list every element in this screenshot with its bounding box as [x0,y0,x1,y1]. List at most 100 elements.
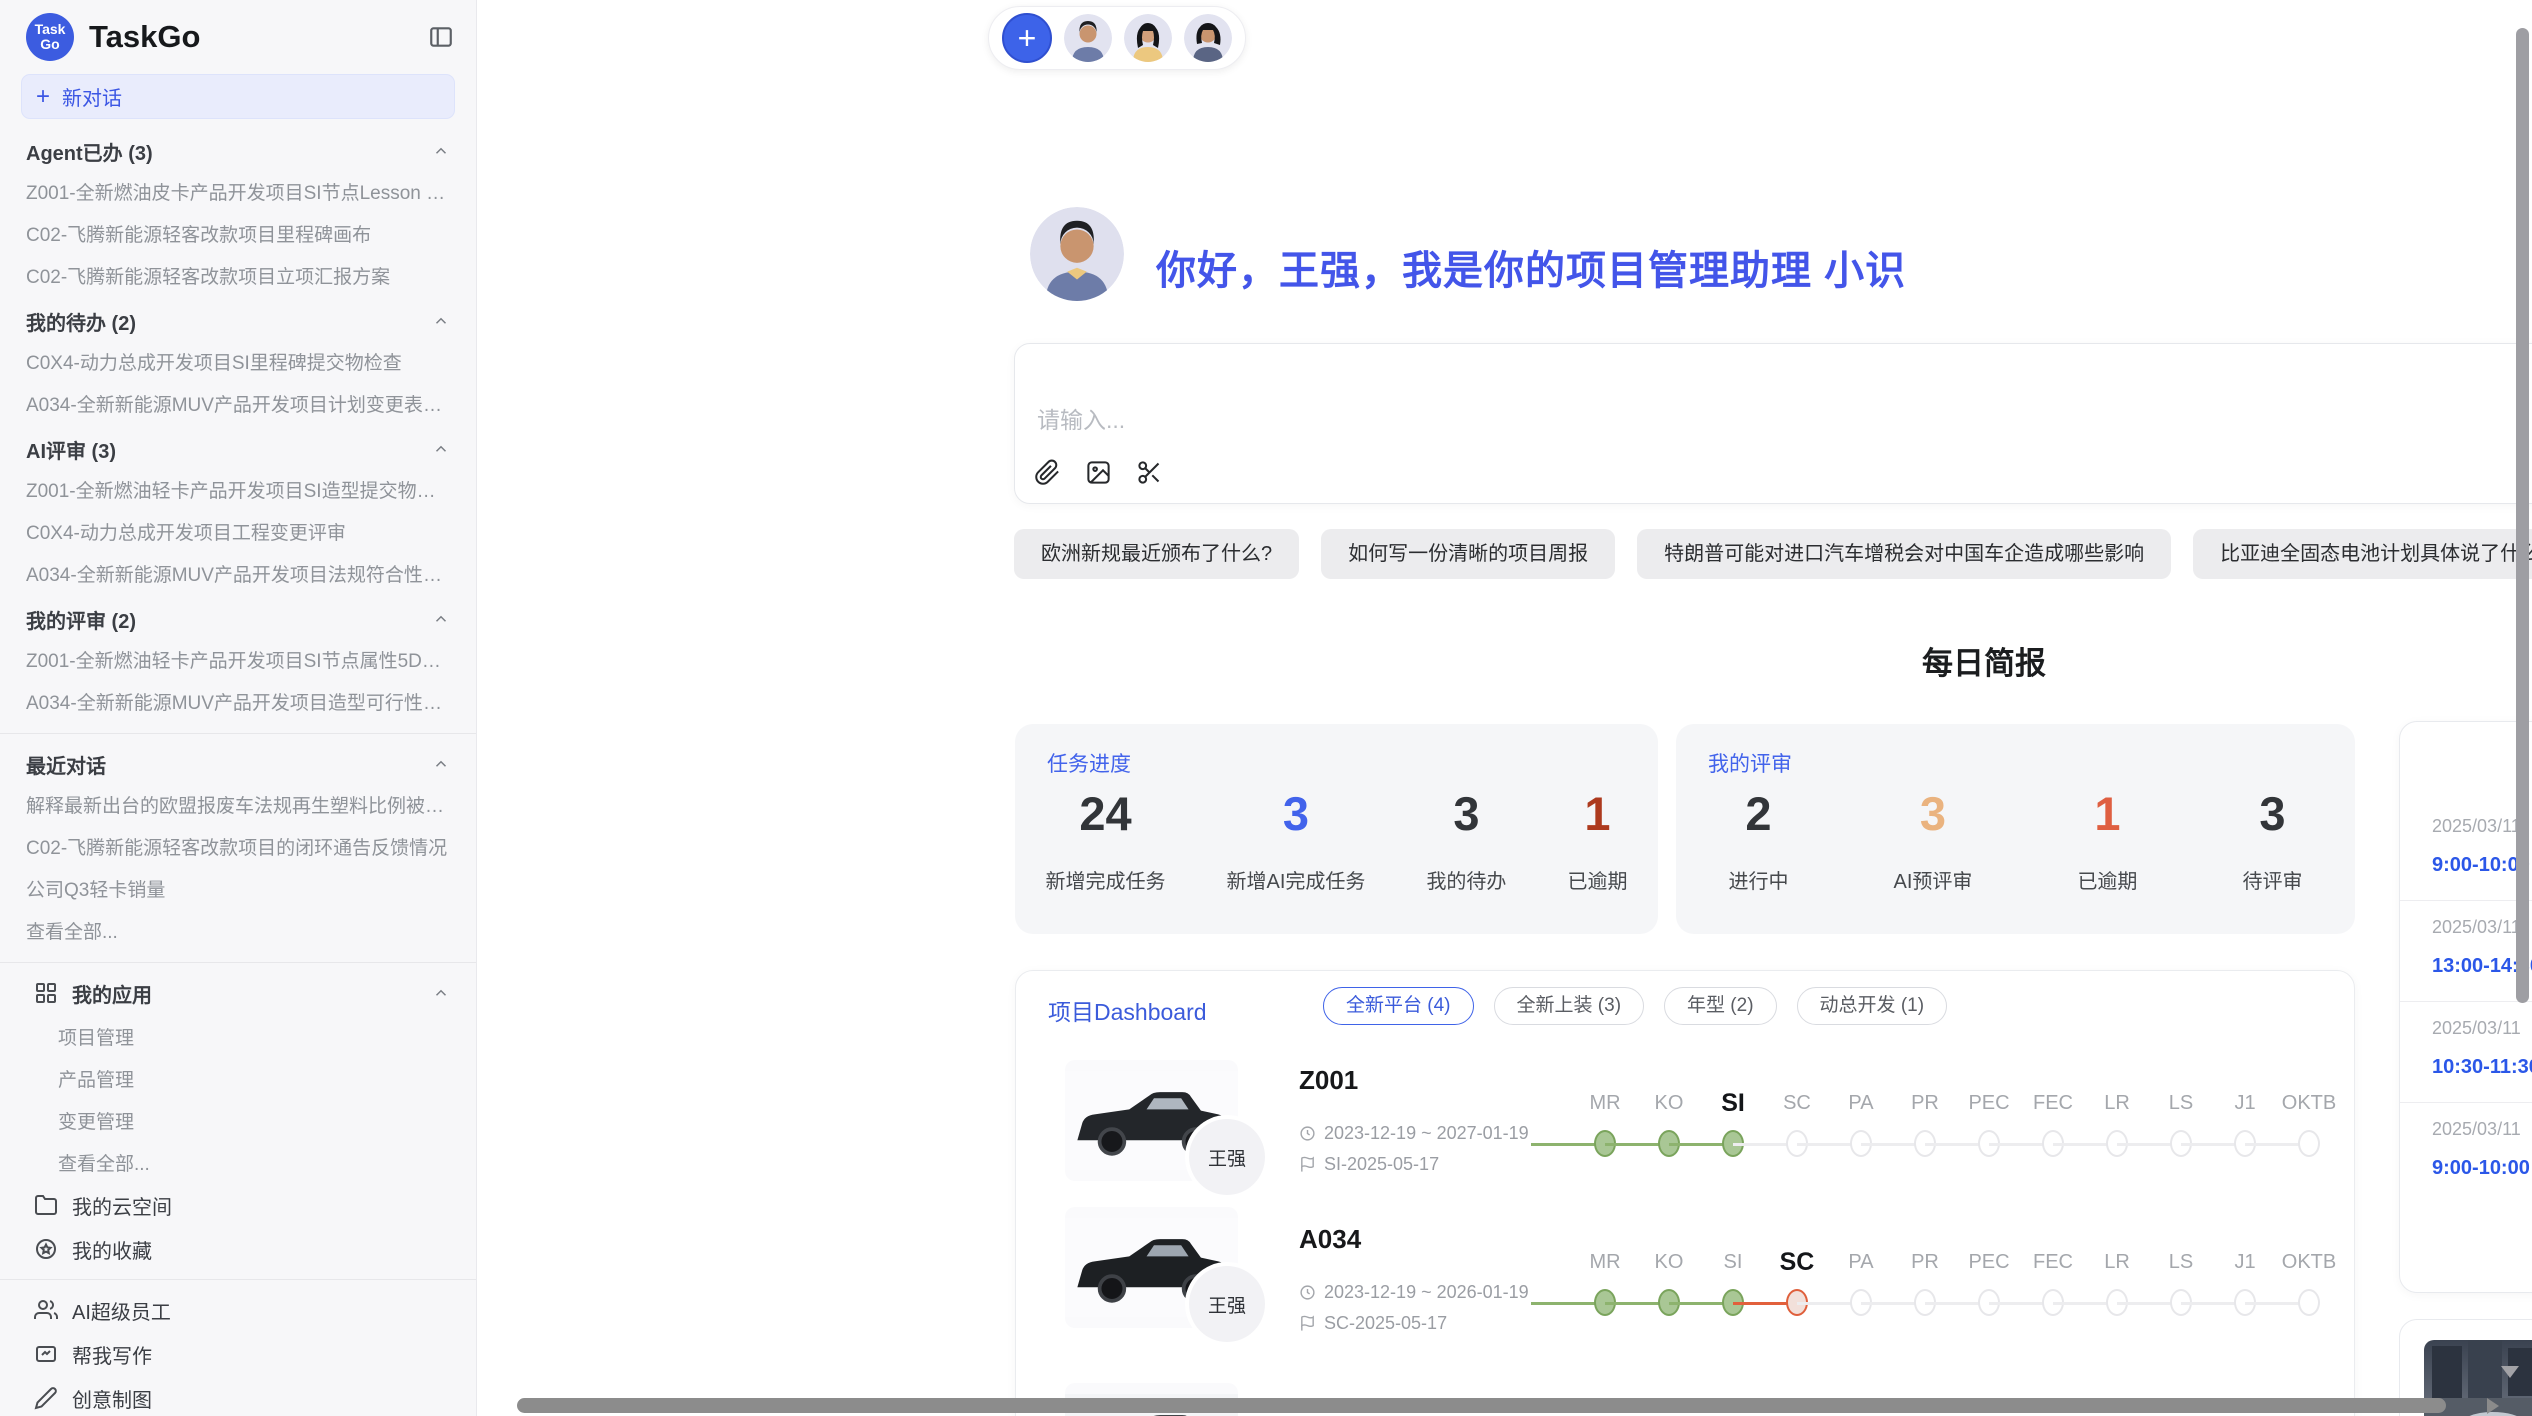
view-all-schedule-link[interactable]: 查看所有日程 [2400,1217,2532,1247]
filter-chip[interactable]: 全新平台 (4) [1323,987,1474,1025]
new-chat-button[interactable]: + 新对话 [21,74,455,119]
recent-chat-item[interactable]: 公司Q3轻卡销量 [0,870,476,912]
recent-view-all[interactable]: 查看全部... [0,912,476,954]
project-flag-milestone: SC-2025-05-17 [1299,1313,1447,1334]
milestone-label: KO [1637,1090,1701,1116]
section-my-todo[interactable]: 我的待办 (2) [0,299,476,343]
my-todo-items: C0X4-动力总成开发项目SI里程碑提交物检查A034-全新新能源MUV产品开发… [0,343,476,427]
milestone-step: J1 [2213,1090,2277,1158]
sidebar-task-item[interactable]: C02-飞腾新能源轻客改款项目里程碑画布 [0,215,476,257]
milestone-label: OKTB [2277,1090,2341,1116]
recent-chat-item[interactable]: 解释最新出台的欧盟报废车法规再生塑料比例被调至15%... [0,786,476,828]
help-write-item[interactable]: 帮我写作 [0,1332,476,1376]
main-area: + 王强 你好，王强，我是你的项目管理助理 小识 [477,0,2532,1416]
sidebar-task-item[interactable]: A034-全新新能源MUV产品开发项目计划变更表编写 [0,385,476,427]
my-favorites-item[interactable]: 我的收藏 [0,1227,476,1271]
section-my-review[interactable]: 我的评审 (2) [0,597,476,641]
suggestion-chip[interactable]: 如何写一份清晰的项目周报 [1321,529,1615,579]
my-apps-header[interactable]: 我的应用 [0,971,476,1015]
app-item[interactable]: 变更管理 [0,1099,476,1141]
milestone-label: PEC [1957,1090,2021,1116]
milestone-label: OKTB [2277,1249,2341,1275]
add-assistant-button[interactable]: + [1002,13,1052,63]
app-item[interactable]: 查看全部... [0,1141,476,1183]
ai-super-staff-item[interactable]: AI超级员工 [0,1288,476,1332]
my-review-card: 我的评审 2 进行中 3 AI预评审 1 已逾期 [1676,724,2355,934]
sidebar-task-item[interactable]: A034-全新新能源MUV产品开发项目法规符合性评审 [0,555,476,597]
filter-chip[interactable]: 全新上装 (3) [1494,987,1645,1025]
vertical-scrollbar-thumb[interactable] [2516,28,2529,1003]
dashboard-title: 项目Dashboard [1048,993,1207,1027]
task-progress-stats: 24 新增完成任务 3 新增AI完成任务 3 我的待办 1 [1015,786,1658,894]
project-owner-badge: 王强 [1189,1119,1265,1195]
card-title: 我的评审 [1708,748,1792,778]
stat-value: 1 [1567,786,1627,841]
schedule-item: 2025/03/11 9:00-10:00 X003-车辆动力学性能验... 加… [2400,1103,2532,1203]
daily-briefing-title: 每日简报 [1014,638,2532,683]
my-review-stats: 2 进行中 3 AI预评审 1 已逾期 3 待 [1676,786,2355,894]
filter-chip[interactable]: 动总开发 (1) [1797,987,1948,1025]
suggestion-chip[interactable]: 欧洲新规最近颁布了什么? [1014,529,1299,579]
schedule-item: 2025/03/11 13:00-14:30 C003|H0B-方案冻结评审 加… [2400,901,2532,1002]
sidebar-task-item[interactable]: A034-全新新能源MUV产品开发项目造型可行性评审 [0,683,476,725]
schedule-title: 日程 [2400,750,2532,782]
schedule-time: 10:30-11:30 [2432,1056,2532,1079]
assistant-avatar-2[interactable] [1124,14,1172,62]
assistant-avatar-3[interactable] [1184,14,1232,62]
recent-chat-item[interactable]: C02-飞腾新能源轻客改款项目的闭环通告反馈情况 [0,828,476,870]
schedule-item: 2025/03/11 9:00-10:00 C001-立项审批会 加入 [2400,800,2532,901]
stat-item: 1 已逾期 [2077,786,2137,894]
milestone-step: SI [1701,1249,1765,1317]
attachment-icon[interactable] [1034,459,1061,486]
sidebar-task-item[interactable]: C0X4-动力总成开发项目工程变更评审 [0,513,476,555]
project-dates: 2023-12-19 ~ 2026-01-19 [1299,1282,1529,1303]
stat-item: 3 我的待办 [1426,786,1506,894]
stat-label: AI预评审 [1894,865,1973,894]
my-apps-label: 我的应用 [72,979,432,1008]
milestone-step: LS [2149,1249,2213,1317]
divider [0,733,476,734]
sidebar-task-item[interactable]: Z001-全新燃油皮卡产品开发项目SI节点Lesson Learn报告 [0,173,476,215]
scroll-right-arrow[interactable] [2487,1398,2499,1414]
avatar-man-icon [1064,14,1112,62]
horizontal-scrollbar-thumb[interactable] [517,1398,2446,1413]
suggestion-chip[interactable]: 比亚迪全固态电池计划具体说了什么 [2193,529,2532,579]
avatar-man-icon [1030,207,1124,301]
milestone-lead-line [1531,1090,1573,1158]
input-toolbar-left [1034,459,1163,486]
sidebar-task-item[interactable]: Z001-全新燃油轻卡产品开发项目SI节点属性5D文件评审 [0,641,476,683]
sidebar-task-item[interactable]: C0X4-动力总成开发项目SI里程碑提交物检查 [0,343,476,385]
scroll-down-arrow[interactable] [2501,1366,2519,1378]
stat-item: 3 待评审 [2242,786,2302,894]
milestone-step: LR [2085,1090,2149,1158]
stat-label: 新增AI完成任务 [1227,865,1366,894]
chat-input[interactable] [1037,400,2237,440]
milestone-step: J1 [2213,1249,2277,1317]
project-dates: 2023-12-19 ~ 2027-01-19 [1299,1123,1529,1144]
my-favorites-label: 我的收藏 [72,1235,450,1264]
section-recent-chats[interactable]: 最近对话 [0,742,476,786]
image-icon[interactable] [1085,459,1112,486]
milestone-steps: MR KO SI [1573,1090,2341,1158]
my-cloud-item[interactable]: 我的云空间 [0,1183,476,1227]
milestone-step: PEC [1957,1249,2021,1317]
schedule-list: 2025/03/11 9:00-10:00 C001-立项审批会 加入 2025… [2400,800,2532,1203]
filter-chip[interactable]: 年型 (2) [1664,987,1777,1025]
section-ai-review[interactable]: AI评审 (3) [0,427,476,471]
milestone-label: MR [1573,1090,1637,1116]
section-agent-done[interactable]: Agent已办 (3) [0,129,476,173]
collapse-sidebar-icon[interactable] [428,24,454,50]
app-item[interactable]: 项目管理 [0,1015,476,1057]
sidebar-task-item[interactable]: Z001-全新燃油轻卡产品开发项目SI造型提交物评审 [0,471,476,513]
creative-drawing-item[interactable]: 创意制图 [0,1376,476,1416]
assistant-avatar-1[interactable] [1064,14,1112,62]
milestone-lead-line [1531,1249,1573,1317]
milestone-step: PA [1829,1249,1893,1317]
scissors-icon[interactable] [1136,459,1163,486]
section-label: 我的待办 (2) [26,307,136,336]
app-item[interactable]: 产品管理 [0,1057,476,1099]
dashboard-filters: 全新平台 (4) 全新上装 (3) 年型 (2) 动总开发 (1) [1323,987,1947,1025]
schedule-time: 9:00-10:00 [2432,1157,2532,1180]
sidebar-task-item[interactable]: C02-飞腾新能源轻客改款项目立项汇报方案 [0,257,476,299]
suggestion-chip[interactable]: 特朗普可能对进口汽车增税会对中国车企造成哪些影响 [1637,529,2171,579]
